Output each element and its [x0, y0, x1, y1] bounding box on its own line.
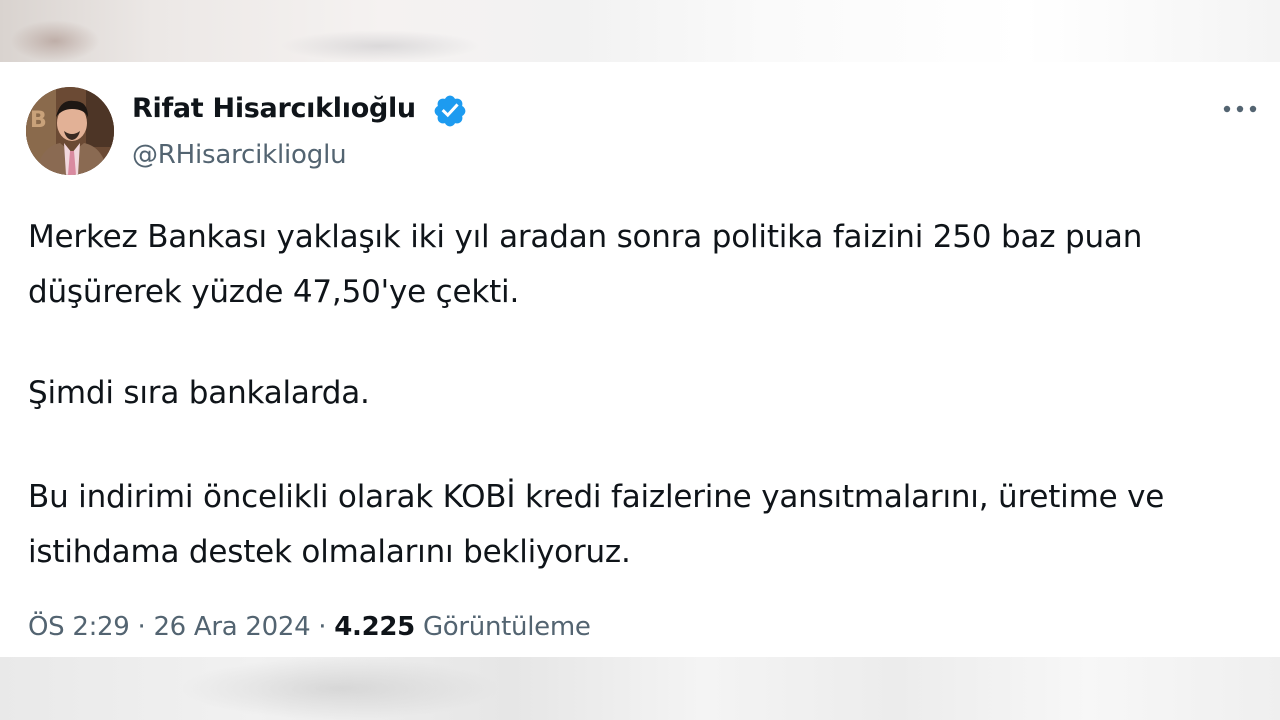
author-handle[interactable]: @RHisarciklioglu — [132, 140, 347, 170]
tweet-line: düşürerek yüzde 47,50'ye çekti. — [28, 274, 520, 310]
tweet-paragraph-2: Şimdi sıra bankalarda. — [28, 366, 370, 421]
tweet-time[interactable]: ÖS 2:29 — [28, 612, 130, 642]
meta-separator: · — [318, 612, 327, 642]
tweet-paragraph-3: Bu indirimi öncelikli olarak KOBİ kredi … — [28, 470, 1164, 580]
tweet-line: Bu indirimi öncelikli olarak KOBİ kredi … — [28, 479, 1165, 515]
tweet-line: Şimdi sıra bankalarda. — [28, 375, 370, 411]
tweet-line: Merkez Bankası yaklaşık iki yıl aradan s… — [28, 219, 1143, 255]
tweet-paragraph-1: Merkez Bankası yaklaşık iki yıl aradan s… — [28, 210, 1142, 320]
blurred-background-top — [0, 0, 1280, 62]
tweet-meta: ÖS 2:29 · 26 Ara 2024 · 4.225 Görüntülem… — [28, 612, 591, 642]
author-display-name[interactable]: Rifat Hisarcıklıoğlu — [132, 93, 416, 124]
tweet-date[interactable]: 26 Ara 2024 — [153, 612, 310, 642]
tweet-line: istihdama destek olmalarını bekliyoruz. — [28, 534, 631, 570]
views-count: 4.225 — [334, 612, 415, 642]
more-options-button[interactable] — [1218, 92, 1262, 126]
avatar-image: B — [26, 87, 114, 175]
svg-text:B: B — [30, 108, 47, 133]
verified-badge-icon — [432, 93, 468, 129]
more-horizontal-icon — [1223, 105, 1257, 113]
blurred-background-bottom — [0, 657, 1280, 720]
avatar[interactable]: B — [26, 87, 114, 175]
views-label: Görüntüleme — [422, 612, 591, 642]
meta-separator: · — [137, 612, 146, 642]
